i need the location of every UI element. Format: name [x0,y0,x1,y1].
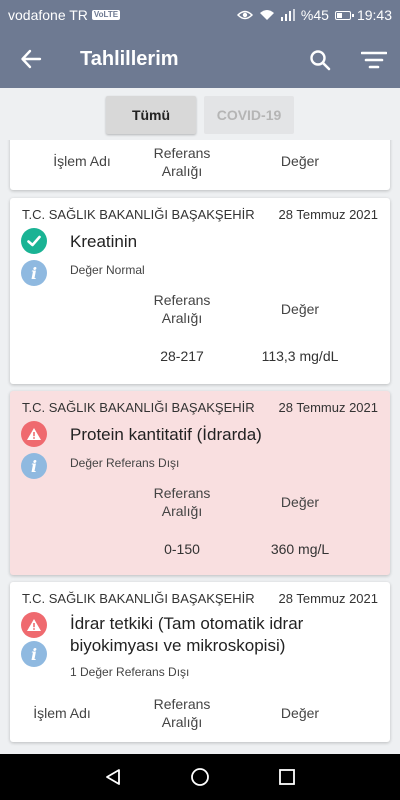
app-bar: Tahlillerim [0,30,400,88]
battery-icon [334,10,354,20]
column-range-header: Referans Aralığı [153,145,211,179]
filter-tabs: Tümü COVID-19 [0,88,400,140]
info-icon[interactable]: i [21,260,47,286]
tab-all[interactable]: Tümü [106,96,196,134]
institution-name: T.C. SAĞLIK BAKANLIĞI BAŞAKŞEHİR [22,400,255,415]
warning-icon [21,612,47,638]
clock: 19:43 [356,7,392,23]
check-icon [21,228,47,254]
volte-badge: VoLTE [91,10,121,20]
column-value-header: Değer [280,705,320,721]
search-button[interactable] [302,42,338,78]
info-icon[interactable]: i [21,641,47,667]
column-name-header: İşlem Adı [53,153,111,169]
result-status-text: Değer Normal [70,263,145,277]
column-value-header: Değer [280,494,320,510]
warning-icon [21,421,47,447]
wifi-icon [259,9,275,21]
system-nav-bar [0,754,400,800]
filter-icon [361,51,387,69]
card-header: T.C. SAĞLIK BAKANLIĞI BAŞAKŞEHİR 28 Temm… [22,207,378,222]
search-icon [310,50,331,71]
result-value: 360 mg/L [270,541,330,557]
triangle-back-icon [106,769,121,785]
nav-recents-button[interactable] [267,757,307,797]
column-value-header: Değer [280,301,320,317]
column-value-header: Değer [280,153,320,169]
results-list[interactable]: İşlem Adı Referans Aralığı Değer T.C. SAĞ… [0,140,400,754]
filter-button[interactable] [354,42,394,78]
phone-screen: vodafone TR VoLTE %45 19:43 Tahlillerim [0,0,400,800]
back-button[interactable] [0,30,62,88]
result-status-text: 1 Değer Referans Dışı [70,665,190,679]
result-date: 28 Temmuz 2021 [278,591,379,606]
status-bar: vodafone TR VoLTE %45 19:43 [0,0,400,30]
result-status-text: Değer Referans Dışı [70,456,180,470]
eye-comfort-icon [236,9,253,21]
result-card[interactable]: T.C. SAĞLIK BAKANLIĞI BAŞAKŞEHİR 28 Temm… [10,391,390,575]
test-name: Kreatinin [70,232,138,251]
result-card[interactable]: T.C. SAĞLIK BAKANLIĞI BAŞAKŞEHİR 28 Temm… [10,198,390,384]
result-card[interactable]: T.C. SAĞLIK BAKANLIĞI BAŞAKŞEHİR 28 Temm… [10,582,390,742]
circle-home-icon [191,768,209,786]
info-icon[interactable]: i [21,453,47,479]
result-date: 28 Temmuz 2021 [278,207,379,222]
column-range-header: Referans Aralığı [153,696,211,730]
test-name: İdrar tetkiki (Tam otomatik idrar biyokim… [70,614,304,655]
result-card-partial[interactable]: İşlem Adı Referans Aralığı Değer [10,140,390,190]
institution-name: T.C. SAĞLIK BAKANLIĞI BAŞAKŞEHİR [22,591,255,606]
reference-range: 28-217 [160,348,204,364]
battery-percent: %45 [300,7,329,23]
reference-range: 0-150 [164,541,200,557]
column-name-header: İşlem Adı [33,705,91,721]
tab-covid-19[interactable]: COVID-19 [204,96,294,134]
institution-name: T.C. SAĞLIK BAKANLIĞI BAŞAKŞEHİR [22,207,255,222]
result-date: 28 Temmuz 2021 [278,400,379,415]
test-name: Protein kantitatif (İdrarda) [70,425,262,444]
nav-home-button[interactable] [180,757,220,797]
column-range-header: Referans Aralığı [153,292,211,326]
nav-back-button[interactable] [93,757,133,797]
square-recents-icon [278,769,295,785]
card-header: T.C. SAĞLIK BAKANLIĞI BAŞAKŞEHİR 28 Temm… [22,591,378,606]
column-range-header: Referans Aralığı [153,485,211,519]
signal-icon [280,9,295,21]
result-value: 113,3 mg/dL [261,348,339,364]
status-icons: %45 19:43 [236,7,392,23]
page-title: Tahlillerim [80,47,179,70]
carrier-name: vodafone TR [8,7,88,23]
card-header: T.C. SAĞLIK BAKANLIĞI BAŞAKŞEHİR 28 Temm… [22,400,378,415]
arrow-left-icon [21,49,42,69]
